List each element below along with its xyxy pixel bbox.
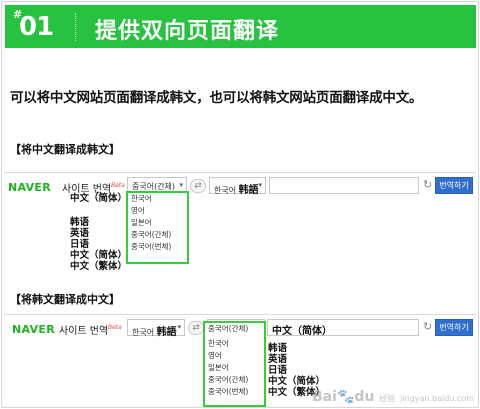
chevron-down-icon: ▾: [179, 181, 183, 189]
result-item: 日语: [70, 239, 90, 250]
beta-badge: Beta: [108, 324, 122, 331]
dropdown-option[interactable]: 중국어(간체): [128, 229, 187, 241]
section2-label: 【将韩文翻译成中文】: [10, 293, 120, 306]
dropdown-option[interactable]: 중국어(간체): [205, 374, 264, 386]
result-language-list-1: 韩语 英语 日语 中文（简体） 中文（繁体）: [70, 217, 127, 272]
source-language-select[interactable]: 한국어 韩語 ▾: [127, 319, 185, 338]
naver-logo[interactable]: NAVER: [8, 181, 51, 194]
source-language-value: 한국어: [132, 328, 155, 337]
dropdown-option[interactable]: 일본어: [205, 362, 264, 374]
url-input[interactable]: [269, 177, 419, 194]
chevron-down-icon: ▾: [177, 323, 181, 331]
swap-languages-icon[interactable]: ⇄: [190, 179, 206, 193]
result-item: 韩语: [70, 217, 90, 228]
dropdown-option[interactable]: 일본어: [128, 217, 187, 229]
result-item: 英语: [268, 354, 288, 365]
dropdown-option[interactable]: 영어: [205, 350, 264, 362]
language-dropdown-1: 한국어 영어 일본어 중국어(간체) 중국어(번체): [126, 191, 189, 264]
naver-logo[interactable]: NAVER: [12, 323, 55, 336]
translate-button[interactable]: 번역하기: [435, 177, 473, 194]
dropdown-option[interactable]: 영어: [128, 205, 187, 217]
target-language-bold: 韩語: [238, 185, 259, 196]
url-input[interactable]: 中文（简体）: [267, 319, 419, 337]
section1-label: 【将中文翻译成韩文】: [10, 143, 120, 156]
naver-panel-1: NAVER 사이트 번역 Beta 중국어(간체) ▾ ⇄ 한국어 韩語 ▾ ↻…: [4, 172, 476, 272]
result-item: 中文（简体）: [268, 376, 326, 387]
dropdown-option[interactable]: 한국어: [205, 338, 264, 350]
site-translate-label: 사이트 번역: [59, 326, 109, 337]
dropdown-option[interactable]: 한국어: [128, 193, 187, 205]
result-item: 韩语: [268, 343, 288, 354]
dropdown-option[interactable]: 중국어(번체): [128, 241, 187, 253]
chevron-down-icon: ▾: [258, 181, 262, 189]
step-number: 01: [19, 12, 54, 42]
result-item: 日语: [268, 365, 288, 376]
dropdown-selected-value[interactable]: 중국어(간체): [205, 323, 264, 336]
dropdown-option[interactable]: 중국어(번체): [205, 386, 264, 398]
header-title: 提供双向页面翻译: [95, 19, 280, 44]
description-text: 可以将中文网站页面翻译成韩文，也可以将韩文网站页面翻译成中文。: [10, 90, 423, 106]
source-language-bold: 韩語: [156, 327, 177, 338]
beta-badge: Beta: [111, 182, 125, 189]
watermark-main: Bai: [312, 389, 337, 405]
result-item: 中文（繁体）: [70, 261, 128, 272]
watermark-url: jingyan.baidu.com: [400, 394, 474, 403]
paw-icon: 🐾: [336, 389, 355, 405]
result-item: 英语: [70, 228, 90, 239]
target-language-value: 한국어: [214, 186, 237, 195]
header-divider: [75, 13, 76, 41]
header-banner: # 01 提供双向页面翻译: [5, 5, 476, 48]
watermark-paw: du: [354, 389, 375, 405]
source-field-label: 中文（简体）: [70, 193, 128, 204]
baidu-watermark: Bai🐾du 经验 jingyan.baidu.com: [312, 389, 474, 405]
language-dropdown-2: 중국어(간체) 한국어 영어 일본어 중국어(간체) 중국어(번체): [203, 321, 266, 407]
source-language-value: 중국어(간체): [132, 182, 176, 191]
refresh-icon[interactable]: ↻: [423, 320, 432, 333]
translate-button[interactable]: 번역하기: [435, 319, 473, 336]
swap-languages-icon[interactable]: ⇄: [188, 321, 204, 335]
target-language-select[interactable]: 한국어 韩語 ▾: [209, 177, 266, 196]
refresh-icon[interactable]: ↻: [423, 178, 432, 191]
result-item: 中文（简体）: [70, 250, 128, 261]
watermark-sub: 经验: [379, 394, 396, 403]
